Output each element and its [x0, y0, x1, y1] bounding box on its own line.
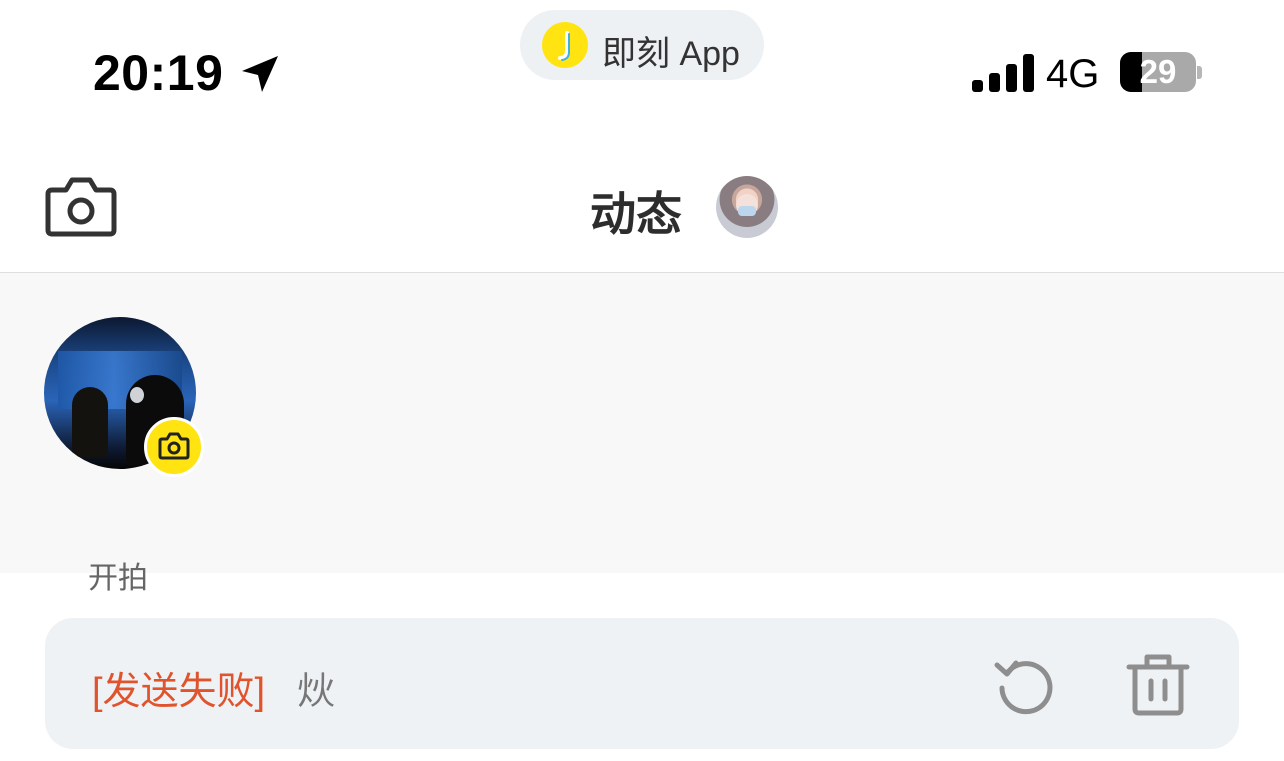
failed-status-label: [发送失败] — [92, 671, 266, 713]
retry-icon — [994, 660, 1053, 715]
network-type: 4G — [1046, 52, 1100, 96]
delete-button[interactable] — [1125, 651, 1191, 717]
screen: 20:19 即刻 App 4G 29 动态 开拍 [发送失败] 炏 — [0, 0, 1284, 761]
failed-post-card: [发送失败] 炏 — [45, 618, 1239, 749]
stories-row: 开拍 — [0, 273, 1284, 595]
status-bar: 20:19 即刻 App 4G 29 — [0, 0, 1284, 120]
battery-icon: 29 — [1120, 52, 1196, 92]
story-camera-badge[interactable] — [144, 417, 204, 477]
location-arrow-icon — [242, 56, 278, 92]
battery-tip — [1197, 66, 1202, 79]
story-avatar-face — [130, 387, 144, 403]
cellular-signal-icon — [972, 54, 1034, 92]
back-to-app-pill[interactable]: 即刻 App — [520, 10, 764, 80]
story-item-shoot[interactable]: 开拍 — [44, 317, 204, 595]
retry-button[interactable] — [993, 651, 1059, 717]
trash-icon — [1126, 654, 1190, 716]
nav-bar: 动态 — [0, 140, 1284, 273]
avatar-mask — [738, 206, 756, 216]
jike-logo-icon — [542, 22, 588, 68]
back-to-app-label: 即刻 App — [602, 35, 740, 73]
battery-level: 29 — [1139, 53, 1177, 90]
camera-icon — [158, 432, 190, 460]
failed-post-text: 炏 — [297, 671, 336, 713]
camera-button[interactable] — [44, 174, 118, 238]
avatar[interactable] — [716, 176, 778, 238]
page-title: 动态 — [590, 188, 682, 240]
status-time: 20:19 — [93, 45, 224, 101]
story-label: 开拍 — [88, 562, 148, 595]
story-avatar-figure — [72, 387, 108, 457]
camera-icon — [45, 177, 117, 237]
